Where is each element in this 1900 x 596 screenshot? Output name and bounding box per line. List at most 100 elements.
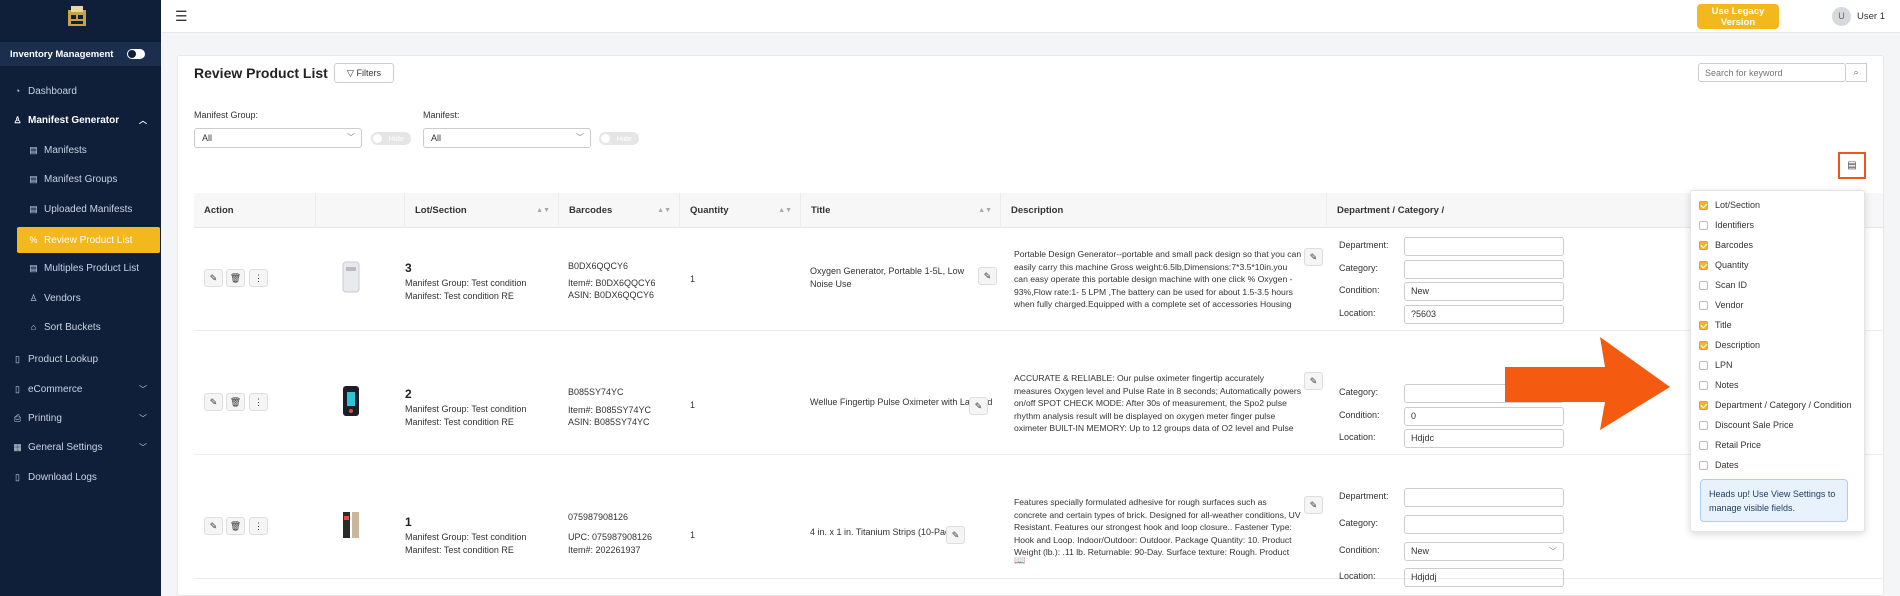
sort-icon[interactable]: ▲▼ xyxy=(778,193,792,228)
column-option-description[interactable]: Description xyxy=(1699,338,1760,352)
condition-select[interactable]: New xyxy=(1404,282,1564,301)
orange-arrow-annotation xyxy=(1505,337,1670,430)
location-field[interactable]: Hdjddj xyxy=(1404,568,1564,587)
column-option-identifiers[interactable]: Identifiers xyxy=(1699,218,1754,232)
sidebar-item-uploaded-manifests[interactable]: ▤ Uploaded Manifests xyxy=(0,196,161,222)
checkbox[interactable] xyxy=(1699,320,1708,330)
column-option-dates[interactable]: Dates xyxy=(1699,458,1739,472)
sidebar-item-product-lookup[interactable]: ▯ Product Lookup xyxy=(0,346,161,372)
column-header-quantity[interactable]: Quantity ▲▼ xyxy=(680,193,801,228)
sidebar-item-manifest-generator[interactable]: ♙ Manifest Generator ︿ xyxy=(0,107,161,133)
username[interactable]: User 1 xyxy=(1857,11,1885,22)
inventory-management-toggle[interactable] xyxy=(127,49,145,59)
percent-icon: % xyxy=(29,235,38,245)
checkbox[interactable] xyxy=(1699,440,1708,450)
column-header-barcodes[interactable]: Barcodes ▲▼ xyxy=(559,193,680,228)
column-header-lot-section[interactable]: Lot/Section ▲▼ xyxy=(405,193,559,228)
manifest-hide-toggle[interactable]: Hide xyxy=(599,132,639,145)
column-option-retail-price[interactable]: Retail Price xyxy=(1699,438,1761,452)
use-legacy-version-button[interactable]: Use Legacy Version xyxy=(1697,4,1779,29)
menu-collapse-icon[interactable]: ☰ xyxy=(175,8,188,25)
upload-icon: ▤ xyxy=(29,203,38,214)
edit-title-icon[interactable]: ✎ xyxy=(978,267,997,285)
column-option-department-category-condition[interactable]: Department / Category / Condition xyxy=(1699,398,1852,412)
view-settings-button[interactable]: ▤ xyxy=(1838,152,1866,179)
column-option-quantity[interactable]: Quantity xyxy=(1699,258,1749,272)
more-options-icon[interactable]: ⋮ xyxy=(249,269,268,287)
edit-icon[interactable]: ✎ xyxy=(204,517,223,535)
location-value: Hdjddj xyxy=(1411,572,1437,582)
column-option-label: Title xyxy=(1715,320,1732,330)
sidebar-item-dashboard[interactable]: ◔ Dashboard xyxy=(0,78,161,104)
manifest-group-select[interactable]: All ﹀ xyxy=(194,128,362,148)
column-option-barcodes[interactable]: Barcodes xyxy=(1699,238,1753,252)
checkbox[interactable] xyxy=(1699,460,1708,470)
edit-description-icon[interactable]: ✎ xyxy=(1304,496,1323,514)
sidebar-item-ecommerce[interactable]: ▯ eCommerce ﹀ xyxy=(0,376,161,402)
edit-title-icon[interactable]: ✎ xyxy=(969,397,988,415)
checkbox[interactable] xyxy=(1699,220,1708,230)
column-option-lot-section[interactable]: Lot/Section xyxy=(1699,198,1760,212)
search-icon[interactable]: ⌕ xyxy=(1846,63,1867,82)
department-field[interactable] xyxy=(1404,237,1564,256)
column-header-label: Quantity xyxy=(690,205,729,216)
column-option-discount-sale-price[interactable]: Discount Sale Price xyxy=(1699,418,1794,432)
delete-icon[interactable]: 🗑 xyxy=(226,517,245,535)
category-field[interactable] xyxy=(1404,515,1564,534)
department-field[interactable] xyxy=(1404,488,1564,507)
lot-number: 3 xyxy=(405,261,412,275)
column-option-lpn[interactable]: LPN xyxy=(1699,358,1733,372)
sidebar-item-printing[interactable]: ⎙ Printing ﹀ xyxy=(0,405,161,431)
edit-description-icon[interactable]: ✎ xyxy=(1304,248,1323,266)
sort-icon[interactable]: ▲▼ xyxy=(978,193,992,228)
checkbox[interactable] xyxy=(1699,340,1708,350)
avatar[interactable]: U xyxy=(1832,7,1851,26)
sidebar-item-review-product-list[interactable]: % Review Product List xyxy=(17,227,160,253)
checkbox[interactable] xyxy=(1699,280,1708,290)
search-input[interactable] xyxy=(1698,63,1846,82)
sidebar-item-sort-buckets[interactable]: ⌂ Sort Buckets xyxy=(0,314,161,340)
manifest-group-hide-toggle[interactable]: Hide xyxy=(371,132,411,145)
checkbox[interactable] xyxy=(1699,400,1708,410)
more-options-icon[interactable]: ⋮ xyxy=(249,517,268,535)
checkbox[interactable] xyxy=(1699,380,1708,390)
column-option-label: Scan ID xyxy=(1715,280,1748,290)
category-label: Category: xyxy=(1339,263,1379,273)
more-options-icon[interactable]: ⋮ xyxy=(249,393,268,411)
edit-icon[interactable]: ✎ xyxy=(204,269,223,287)
checkbox[interactable] xyxy=(1699,260,1708,270)
app-logo[interactable] xyxy=(66,4,88,28)
column-option-scan-id[interactable]: Scan ID xyxy=(1699,278,1747,292)
sidebar-item-multiples-product-list[interactable]: ▤ Multiples Product List xyxy=(0,255,161,281)
sidebar-item-download-logs[interactable]: ▯ Download Logs xyxy=(0,464,161,490)
checkbox[interactable] xyxy=(1699,420,1708,430)
checkbox[interactable] xyxy=(1699,300,1708,310)
checkbox[interactable] xyxy=(1699,240,1708,250)
column-option-notes[interactable]: Notes xyxy=(1699,378,1739,392)
sidebar-item-manifest-groups[interactable]: ▤ Manifest Groups xyxy=(0,166,161,192)
sort-icon[interactable]: ▲▼ xyxy=(536,193,550,228)
delete-icon[interactable]: 🗑 xyxy=(226,393,245,411)
category-field[interactable] xyxy=(1404,260,1564,279)
sidebar-item-general-settings[interactable]: ▦ General Settings ﹀ xyxy=(0,434,161,460)
chevron-down-icon: ﹀ xyxy=(576,133,584,142)
book-icon[interactable]: 📖 xyxy=(1014,555,1025,566)
column-option-vendor[interactable]: Vendor xyxy=(1699,298,1744,312)
checkbox[interactable] xyxy=(1699,200,1708,210)
edit-icon[interactable]: ✎ xyxy=(204,393,223,411)
checkbox[interactable] xyxy=(1699,360,1708,370)
location-field[interactable]: ?5603 xyxy=(1404,305,1564,324)
column-option-title[interactable]: Title xyxy=(1699,318,1732,332)
column-header-title[interactable]: Title ▲▼ xyxy=(801,193,1001,228)
columns-icon: ▤ xyxy=(1847,160,1857,171)
edit-description-icon[interactable]: ✎ xyxy=(1304,372,1323,390)
condition-select[interactable]: New ﹀ xyxy=(1404,542,1564,561)
edit-title-icon[interactable]: ✎ xyxy=(946,526,965,544)
manifest-select[interactable]: All ﹀ xyxy=(423,128,591,148)
sort-icon[interactable]: ▲▼ xyxy=(657,193,671,228)
sidebar-item-manifests[interactable]: ▤ Manifests xyxy=(0,137,161,163)
table-row: ✎ 🗑 ⋮ 3 Manifest Group: Test condition M… xyxy=(194,228,1883,331)
sidebar-item-vendors[interactable]: ♙ Vendors xyxy=(0,285,161,311)
filters-button[interactable]: ▽ Filters xyxy=(334,63,394,83)
delete-icon[interactable]: 🗑 xyxy=(226,269,245,287)
